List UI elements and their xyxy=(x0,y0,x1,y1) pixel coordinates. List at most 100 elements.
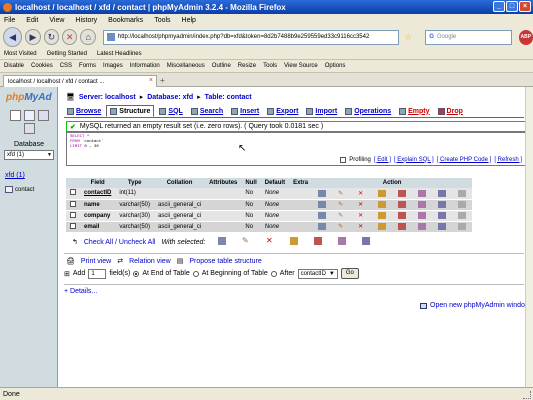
close-window-button[interactable]: × xyxy=(519,1,531,12)
distinct-values-icon[interactable] xyxy=(458,189,467,197)
go-button[interactable]: Go xyxy=(340,268,359,279)
webdev-miscellaneous[interactable]: Miscellaneous xyxy=(167,63,205,69)
row-checkbox[interactable] xyxy=(70,211,76,218)
bulk-change-icon[interactable]: ✎ xyxy=(242,237,250,245)
open-window-link[interactable]: Open new phpMyAdmin window xyxy=(420,302,530,309)
index-icon[interactable] xyxy=(418,189,427,197)
webdev-css[interactable]: CSS xyxy=(60,63,72,69)
unique-icon[interactable] xyxy=(398,200,407,208)
breadcrumb-table[interactable]: Table: contact xyxy=(205,94,252,101)
after-radio[interactable] xyxy=(270,270,277,277)
bookmark-star-icon[interactable]: ☆ xyxy=(404,32,412,43)
check-all-link[interactable]: Check All / Uncheck All xyxy=(84,239,156,246)
bulk-browse-icon[interactable] xyxy=(218,237,226,245)
drop-field-icon[interactable]: ✕ xyxy=(358,212,366,219)
webdev-tools[interactable]: Tools xyxy=(263,63,277,69)
address-bar[interactable]: http://localhost/phpmyadmin/index.php?db… xyxy=(102,29,400,45)
webdev-options[interactable]: Options xyxy=(325,63,346,69)
tab-export[interactable]: Export xyxy=(264,105,302,117)
primary-key-icon[interactable] xyxy=(378,211,387,219)
relation-view-link[interactable]: Relation view xyxy=(129,258,171,265)
primary-key-icon[interactable] xyxy=(378,200,387,208)
tab-sql[interactable]: SQL xyxy=(156,105,186,117)
tab-import[interactable]: Import xyxy=(303,105,341,117)
fulltext-icon[interactable] xyxy=(438,200,447,208)
webdev-forms[interactable]: Forms xyxy=(79,63,96,69)
tab-browse[interactable]: Browse xyxy=(64,105,105,117)
field-count-input[interactable]: 1 xyxy=(88,268,107,279)
change-icon[interactable]: ✎ xyxy=(338,201,346,208)
distinct-values-icon[interactable] xyxy=(458,222,467,230)
tab-operations[interactable]: Operations xyxy=(342,105,395,117)
tab-drop[interactable]: Drop xyxy=(434,105,466,117)
webdev-view-source[interactable]: View Source xyxy=(284,63,318,69)
change-icon[interactable]: ✎ xyxy=(338,223,346,230)
propose-structure-link[interactable]: Propose table structure xyxy=(189,258,261,265)
unique-icon[interactable] xyxy=(398,189,407,197)
database-link[interactable]: xfd (1) xyxy=(5,172,25,179)
distinct-values-icon[interactable] xyxy=(458,200,467,208)
menu-view[interactable]: View xyxy=(49,17,64,24)
edit-link[interactable]: [ Edit ] xyxy=(374,157,391,163)
home-button[interactable]: ⌂ xyxy=(80,29,96,45)
browse-values-icon[interactable] xyxy=(318,222,327,230)
drop-field-icon[interactable]: ✕ xyxy=(358,201,366,208)
drop-field-icon[interactable]: ✕ xyxy=(358,223,366,230)
bookmark-getting-started[interactable]: Getting Started xyxy=(47,51,87,57)
change-icon[interactable]: ✎ xyxy=(338,212,346,219)
minimize-button[interactable]: _ xyxy=(493,1,505,12)
reload-navigation-icon[interactable] xyxy=(24,123,35,134)
webdev-images[interactable]: Images xyxy=(103,63,123,69)
webdev-cookies[interactable]: Cookies xyxy=(31,63,53,69)
bulk-primary-icon[interactable] xyxy=(290,237,298,245)
home-icon[interactable] xyxy=(10,110,21,121)
reload-button[interactable]: ↻ xyxy=(43,29,60,45)
bulk-drop-icon[interactable]: ✕ xyxy=(266,237,274,245)
profiling-checkbox[interactable] xyxy=(340,157,347,163)
at-beginning-radio[interactable] xyxy=(192,270,199,277)
distinct-values-icon[interactable] xyxy=(458,211,467,219)
change-icon[interactable]: ✎ xyxy=(338,190,346,197)
bookmark-most-visited[interactable]: Most Visited xyxy=(4,51,37,57)
tab-insert[interactable]: Insert xyxy=(228,105,263,117)
menu-tools[interactable]: Tools xyxy=(154,17,170,24)
phpmyadmin-logo[interactable]: phpMyAd xyxy=(6,92,52,103)
browse-values-icon[interactable] xyxy=(318,211,327,219)
stop-button[interactable]: ✕ xyxy=(62,29,78,45)
unique-icon[interactable] xyxy=(398,211,407,219)
fulltext-icon[interactable] xyxy=(438,189,447,197)
breadcrumb-server[interactable]: Server: localhost xyxy=(79,94,136,101)
page-scrollbar[interactable] xyxy=(525,87,533,387)
new-tab-button[interactable]: + xyxy=(160,76,165,85)
after-field-select[interactable]: contactID ▼ xyxy=(297,268,338,279)
create-php-link[interactable]: [ Create PHP Code ] xyxy=(437,157,492,163)
index-icon[interactable] xyxy=(418,200,427,208)
menu-bookmarks[interactable]: Bookmarks xyxy=(108,17,143,24)
resize-grip-icon[interactable] xyxy=(523,391,531,399)
bookmark-latest-headlines[interactable]: Latest Headlines xyxy=(97,51,142,57)
menu-edit[interactable]: Edit xyxy=(26,17,38,24)
webdev-information[interactable]: Information xyxy=(130,63,160,69)
forward-button[interactable]: ▶ xyxy=(25,29,41,45)
tab-search[interactable]: Search xyxy=(187,105,227,117)
at-end-radio[interactable] xyxy=(133,270,140,277)
menu-help[interactable]: Help xyxy=(182,17,196,24)
bulk-unique-icon[interactable] xyxy=(314,237,322,245)
query-window-icon[interactable] xyxy=(24,110,35,121)
back-button[interactable]: ◀ xyxy=(3,27,23,47)
details-link[interactable]: + Details... xyxy=(64,288,97,295)
search-input[interactable]: G Google xyxy=(425,29,512,45)
sidebar-table-item[interactable]: contact xyxy=(5,186,34,193)
unique-icon[interactable] xyxy=(398,222,407,230)
primary-key-icon[interactable] xyxy=(378,222,387,230)
index-icon[interactable] xyxy=(418,222,427,230)
row-checkbox[interactable] xyxy=(70,200,76,207)
webdev-outline[interactable]: Outline xyxy=(212,63,231,69)
bulk-index-icon[interactable] xyxy=(338,237,346,245)
adblock-icon[interactable]: ABP xyxy=(518,29,533,45)
fulltext-icon[interactable] xyxy=(438,211,447,219)
refresh-link[interactable]: [ Refresh ] xyxy=(494,157,522,163)
bulk-fulltext-icon[interactable] xyxy=(362,237,370,245)
row-checkbox[interactable] xyxy=(70,222,76,229)
browse-values-icon[interactable] xyxy=(318,189,327,197)
